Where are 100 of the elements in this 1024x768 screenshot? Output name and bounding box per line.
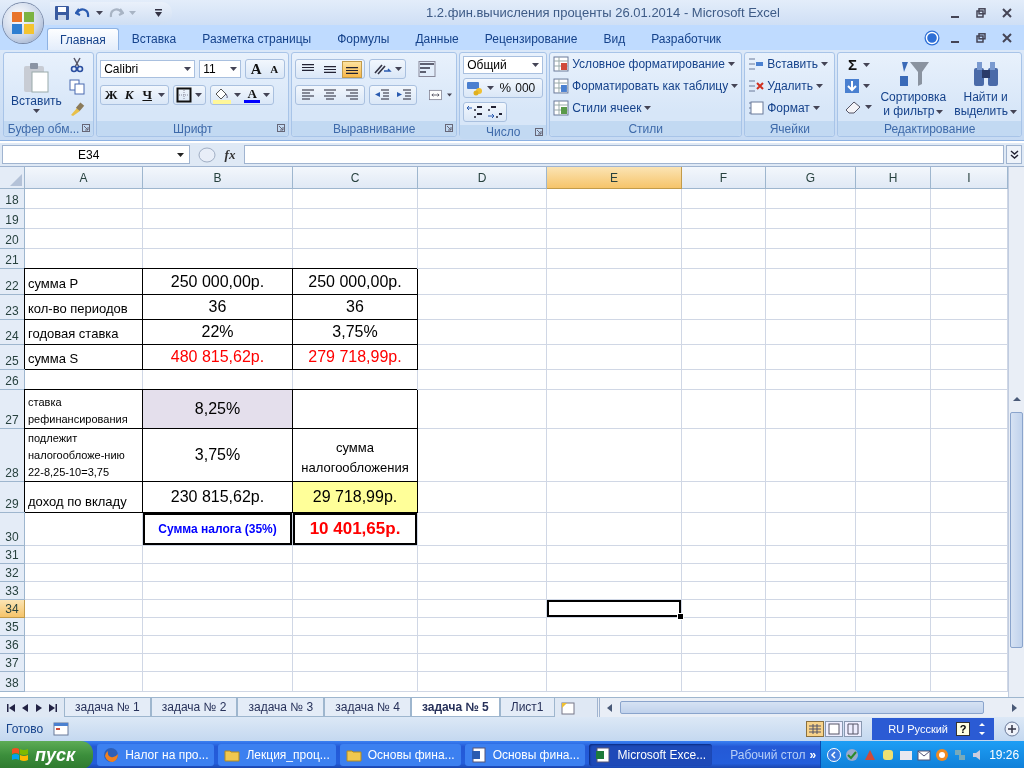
paste-button[interactable]: Вставить bbox=[10, 61, 63, 113]
column-header[interactable]: D bbox=[418, 167, 547, 189]
launcher-icon[interactable] bbox=[82, 124, 91, 132]
cells-menu-button[interactable]: Удалить bbox=[748, 77, 832, 95]
shrink-font-button[interactable]: A bbox=[266, 61, 283, 77]
taskbar-button[interactable]: Лекция_проц... bbox=[218, 744, 336, 766]
selected-cell[interactable] bbox=[547, 600, 682, 618]
mail-icon[interactable] bbox=[917, 748, 932, 762]
sort-filter-button[interactable]: Сортировка и фильтр bbox=[879, 56, 948, 118]
row-header[interactable]: 25 bbox=[0, 345, 25, 370]
insert-function-button[interactable]: fx bbox=[218, 146, 242, 163]
decrease-decimal-icon[interactable] bbox=[486, 104, 505, 120]
customize-icon[interactable] bbox=[155, 8, 162, 17]
caret-icon[interactable] bbox=[96, 10, 103, 15]
row-header[interactable]: 34 bbox=[0, 600, 25, 618]
sheet-tab[interactable]: задача № 2 bbox=[150, 698, 238, 717]
styles-menu-button[interactable]: Условное форматирование bbox=[553, 55, 739, 73]
caret-icon[interactable] bbox=[234, 93, 242, 97]
increase-decimal-icon[interactable] bbox=[466, 104, 485, 120]
row-header[interactable]: 32 bbox=[0, 564, 25, 582]
formula-field[interactable] bbox=[244, 145, 1004, 164]
row-header[interactable]: 26 bbox=[0, 370, 25, 390]
border-icon[interactable] bbox=[176, 87, 193, 103]
italic-button[interactable]: К bbox=[121, 87, 138, 103]
ribbon-tab[interactable]: Разметка страницы bbox=[189, 28, 325, 50]
caret-icon[interactable] bbox=[195, 93, 203, 97]
column-header[interactable]: G bbox=[766, 167, 856, 189]
collapse-icon[interactable] bbox=[827, 748, 842, 762]
wrap-text-icon[interactable] bbox=[418, 61, 437, 77]
thousands-button[interactable]: 000 bbox=[515, 80, 536, 96]
eraser-icon[interactable] bbox=[844, 100, 863, 115]
row-header[interactable]: 30 bbox=[0, 513, 25, 546]
last-sheet-icon[interactable] bbox=[48, 702, 58, 713]
fill-color-icon[interactable] bbox=[213, 86, 232, 104]
row-header[interactable]: 33 bbox=[0, 582, 25, 600]
start-button[interactable]: пуск bbox=[0, 741, 94, 768]
sheet-tab[interactable]: задача № 4 bbox=[324, 698, 411, 717]
scissors-icon[interactable] bbox=[68, 57, 85, 73]
ribbon-tab[interactable]: Данные bbox=[402, 28, 472, 50]
row-header[interactable]: 36 bbox=[0, 636, 25, 654]
brush-icon[interactable] bbox=[68, 101, 85, 117]
column-header[interactable]: H bbox=[856, 167, 931, 189]
taskbar-button[interactable]: Налог на про... bbox=[97, 744, 215, 766]
horizontal-scrollbar[interactable] bbox=[596, 698, 1024, 717]
align-button[interactable] bbox=[342, 60, 363, 78]
column-header[interactable]: I bbox=[931, 167, 1008, 189]
caret-icon[interactable] bbox=[158, 93, 166, 97]
help-icon[interactable] bbox=[924, 29, 940, 46]
first-sheet-icon[interactable] bbox=[6, 702, 16, 713]
font-size-field[interactable]: 11 bbox=[199, 60, 242, 78]
fill-down-icon[interactable] bbox=[844, 78, 861, 94]
percent-button[interactable]: % bbox=[497, 80, 514, 96]
launcher-icon[interactable] bbox=[535, 128, 544, 136]
caret-icon[interactable] bbox=[865, 105, 873, 110]
caret-icon[interactable] bbox=[863, 84, 871, 88]
column-header[interactable]: C bbox=[293, 167, 418, 189]
tray-icon[interactable] bbox=[899, 748, 914, 762]
fill-handle[interactable] bbox=[677, 613, 684, 620]
help-button[interactable]: ? bbox=[956, 722, 970, 736]
tray-icon[interactable] bbox=[881, 748, 896, 762]
caret-icon[interactable] bbox=[263, 93, 271, 97]
taskbar-button[interactable]: Microsoft Exce... bbox=[589, 744, 713, 766]
taskbar-button[interactable]: Основы фина... bbox=[339, 744, 461, 766]
column-header[interactable]: A bbox=[25, 167, 143, 189]
row-header[interactable]: 21 bbox=[0, 249, 25, 269]
styles-menu-button[interactable]: Форматировать как таблицу bbox=[553, 77, 739, 95]
row-header[interactable]: 22 bbox=[0, 269, 25, 295]
row-header[interactable]: 37 bbox=[0, 654, 25, 672]
options-icon[interactable] bbox=[978, 722, 986, 736]
sheet-tab[interactable]: Лист1 bbox=[499, 698, 555, 717]
save-icon[interactable] bbox=[54, 4, 70, 21]
currency-icon[interactable] bbox=[466, 80, 485, 96]
scroll-thumb[interactable] bbox=[1010, 412, 1023, 648]
cells-menu-button[interactable]: Формат bbox=[748, 99, 832, 117]
row-header[interactable]: 27 bbox=[0, 390, 25, 429]
ribbon-tab[interactable]: Разработчик bbox=[638, 28, 735, 50]
ribbon-tab[interactable]: Вставка bbox=[118, 28, 190, 50]
row-header[interactable]: 18 bbox=[0, 189, 25, 209]
row-header[interactable]: 35 bbox=[0, 618, 25, 636]
find-select-button[interactable]: Найти и выделить bbox=[953, 56, 1018, 118]
ribbon-tab[interactable]: Формулы bbox=[324, 28, 403, 50]
caret-icon[interactable] bbox=[447, 93, 453, 97]
row-header[interactable]: 20 bbox=[0, 229, 25, 249]
ribbon-tab[interactable]: Главная bbox=[47, 28, 119, 50]
caret-icon[interactable] bbox=[487, 86, 495, 90]
language-bar[interactable]: RU Русский ? bbox=[872, 718, 994, 740]
caret-icon[interactable] bbox=[863, 62, 871, 67]
copy-icon[interactable] bbox=[68, 79, 85, 95]
macro-icon[interactable] bbox=[53, 722, 70, 736]
tray-icon[interactable] bbox=[935, 748, 950, 762]
normal-view-icon[interactable] bbox=[806, 721, 825, 737]
bold-button[interactable]: Ж bbox=[103, 87, 120, 103]
underline-button[interactable]: Ч bbox=[139, 87, 156, 103]
row-header[interactable]: 38 bbox=[0, 672, 25, 692]
launcher-icon[interactable] bbox=[445, 124, 454, 132]
launcher-icon[interactable] bbox=[277, 124, 286, 132]
more-button[interactable]: » bbox=[809, 748, 817, 762]
row-header[interactable]: 29 bbox=[0, 482, 25, 513]
sheet-tab[interactable]: задача № 5 bbox=[410, 698, 500, 717]
zoom-in-icon[interactable] bbox=[1004, 721, 1020, 737]
